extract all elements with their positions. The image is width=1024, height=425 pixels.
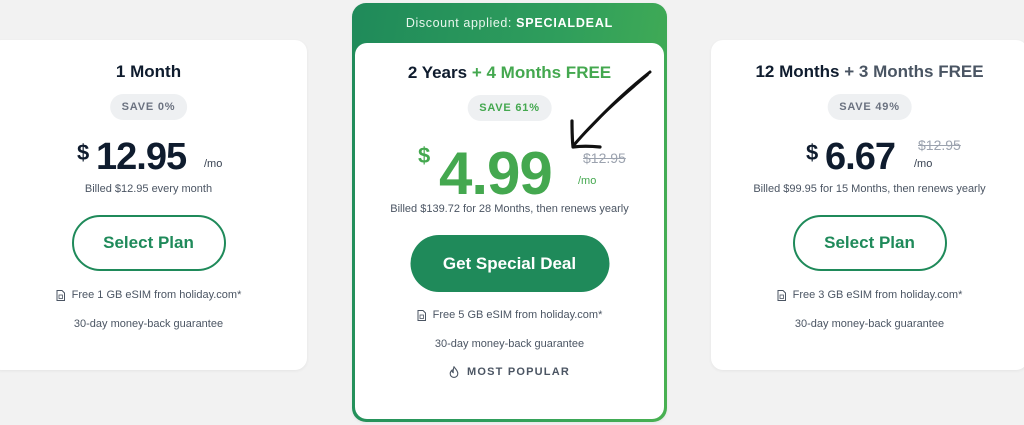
discount-label: Discount applied: <box>405 16 512 30</box>
money-back-guarantee: 30-day money-back guarantee <box>794 318 945 330</box>
save-badge: SAVE 61% <box>467 95 552 121</box>
price-amount: 12.95 <box>96 136 187 178</box>
billing-note: Billed $139.72 for 28 Months, then renew… <box>390 203 629 215</box>
price-row: $ 6.67 $12.95 /mo <box>711 136 1024 186</box>
esim-offer-text: Free 5 GB eSIM from holiday.com* <box>432 309 603 321</box>
sim-card-icon <box>56 289 65 301</box>
esim-offer: Free 3 GB eSIM from holiday.com* <box>711 289 1024 301</box>
billing-note: Billed $99.95 for 15 Months, then renews… <box>753 183 986 195</box>
select-plan-button[interactable]: Select Plan <box>71 215 226 271</box>
plan-card-2-years: Discount applied: SPECIALDEAL 2 Years + … <box>352 3 667 422</box>
currency-symbol: $ <box>77 140 90 165</box>
price-per-month: /mo <box>914 158 933 170</box>
select-plan-button[interactable]: Select Plan <box>792 215 947 271</box>
hand-drawn-arrow-icon <box>570 70 652 149</box>
money-back-guarantee: 30-day money-back guarantee <box>73 318 224 330</box>
plan-title-main: 12 Months <box>755 62 840 81</box>
sim-card-icon <box>777 289 786 301</box>
plan-card-12-months: 12 Months + 3 Months FREE SAVE 49% $ 6.6… <box>711 40 1024 370</box>
most-popular-label: MOST POPULAR <box>355 366 664 378</box>
discount-banner: Discount applied: SPECIALDEAL <box>352 16 667 30</box>
currency-symbol: $ <box>806 140 819 165</box>
billing-note: Billed $12.95 every month <box>84 183 213 195</box>
plan-title: 12 Months + 3 Months FREE <box>711 62 1024 82</box>
esim-offer: Free 1 GB eSIM from holiday.com* <box>0 289 307 301</box>
esim-offer: Free 5 GB eSIM from holiday.com* <box>355 309 664 321</box>
plan-title-main: 2 Years <box>407 63 468 82</box>
esim-offer-text: Free 3 GB eSIM from holiday.com* <box>792 289 963 301</box>
price-amount: 4.99 <box>439 140 553 207</box>
save-badge: SAVE 0% <box>109 94 188 120</box>
sim-card-icon <box>417 309 426 321</box>
esim-offer-text: Free 1 GB eSIM from holiday.com* <box>71 289 242 301</box>
price-per-month: /mo <box>578 175 597 187</box>
discount-code: SPECIALDEAL <box>516 16 614 30</box>
price-per-month: /mo <box>204 158 223 170</box>
currency-symbol: $ <box>418 143 431 168</box>
price-amount: 6.67 <box>825 136 896 178</box>
money-back-guarantee: 30-day money-back guarantee <box>434 338 585 350</box>
price-row: $ 12.95 /mo <box>0 136 307 186</box>
save-badge: SAVE 49% <box>827 94 912 120</box>
most-popular-text: MOST POPULAR <box>466 366 570 378</box>
flame-icon <box>449 366 459 378</box>
plan-card-1-month: 1 Month SAVE 0% $ 12.95 /mo Billed $12.9… <box>0 40 307 370</box>
plan-title-bonus: + 3 Months FREE <box>844 62 984 81</box>
plan-title: 1 Month <box>115 62 182 81</box>
original-price: $12.95 <box>918 137 961 153</box>
get-special-deal-button[interactable]: Get Special Deal <box>410 235 609 292</box>
